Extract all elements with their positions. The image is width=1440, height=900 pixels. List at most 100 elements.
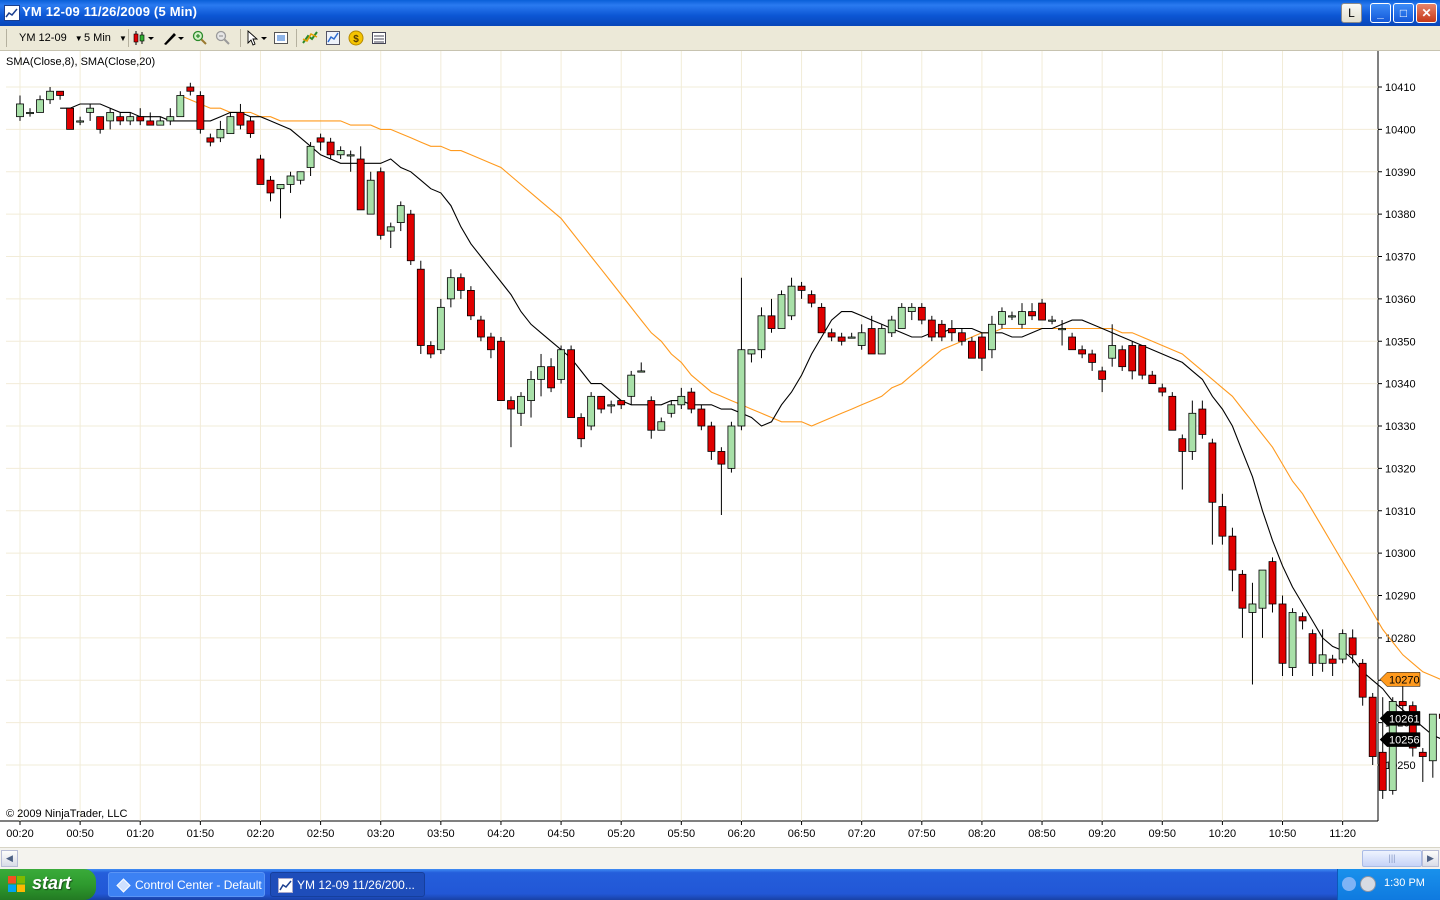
y-tick-label: 10350 bbox=[1385, 336, 1416, 348]
taskbar-label: YM 12-09 11/26/200... bbox=[297, 878, 415, 892]
candle-body bbox=[657, 421, 666, 431]
properties-icon[interactable] bbox=[273, 30, 289, 46]
candle-body bbox=[196, 95, 205, 130]
candle-body bbox=[597, 395, 606, 410]
candle-body bbox=[957, 332, 966, 342]
x-tick-label: 01:20 bbox=[126, 828, 154, 840]
interval-selector[interactable]: 5 Min ▼ bbox=[84, 30, 127, 46]
y-tick-label: 10340 bbox=[1385, 379, 1416, 391]
candle-body bbox=[777, 294, 786, 329]
candle-body bbox=[206, 137, 215, 143]
candle-body bbox=[1148, 374, 1157, 385]
candle-body bbox=[677, 395, 686, 406]
candle-body bbox=[1188, 412, 1197, 452]
scroll-left-button[interactable]: ◀ bbox=[1, 850, 18, 867]
candle-body bbox=[527, 378, 535, 401]
price-chart[interactable]: 1025010260102701028010290103001031010320… bbox=[0, 51, 1440, 847]
instrument-selector[interactable]: YM 12-09 ▼ bbox=[19, 30, 83, 46]
taskbar-item-chart[interactable]: YM 12-09 11/26/200... bbox=[270, 872, 425, 897]
candle-body bbox=[607, 404, 616, 407]
candle-body bbox=[286, 175, 295, 185]
dollar-icon[interactable]: $ bbox=[348, 30, 364, 46]
minimize-button[interactable]: _ bbox=[1370, 3, 1391, 23]
y-tick-label: 10310 bbox=[1385, 506, 1416, 518]
candle-body bbox=[416, 268, 425, 346]
x-tick-label: 10:20 bbox=[1209, 828, 1237, 840]
horizontal-scrollbar[interactable]: ◀ ||| ▶ bbox=[0, 847, 1440, 869]
link-button[interactable]: L bbox=[1341, 3, 1362, 23]
candlestick-icon[interactable] bbox=[133, 30, 155, 46]
candle-body bbox=[316, 137, 325, 143]
data-box-icon[interactable] bbox=[371, 30, 387, 46]
maximize-button[interactable]: □ bbox=[1393, 3, 1414, 23]
close-button[interactable]: ✕ bbox=[1416, 3, 1437, 23]
scroll-thumb[interactable]: ||| bbox=[1362, 850, 1422, 867]
zoom-out-icon[interactable] bbox=[215, 30, 231, 46]
candle-body bbox=[547, 366, 555, 389]
candle-body bbox=[577, 417, 586, 440]
candle-body bbox=[1338, 633, 1347, 660]
candle-body bbox=[336, 150, 345, 156]
pencil-icon[interactable] bbox=[162, 30, 184, 46]
x-tick-label: 08:20 bbox=[968, 828, 996, 840]
candle-body bbox=[737, 349, 746, 427]
candle-body bbox=[16, 103, 24, 118]
candle-body bbox=[897, 306, 906, 329]
chevron-down-icon: ▼ bbox=[74, 34, 83, 43]
candle-body bbox=[1128, 345, 1137, 372]
indicator-icon[interactable] bbox=[302, 30, 318, 46]
candle-body bbox=[647, 400, 656, 431]
scroll-right-button[interactable]: ▶ bbox=[1422, 850, 1439, 867]
zoom-in-icon[interactable] bbox=[192, 30, 208, 46]
candle-body bbox=[968, 340, 976, 359]
candle-body bbox=[807, 294, 816, 304]
x-tick-label: 06:20 bbox=[728, 828, 756, 840]
candle-body bbox=[1348, 637, 1357, 656]
candle-body bbox=[1068, 336, 1076, 351]
candle-body bbox=[356, 158, 365, 211]
candle-body bbox=[46, 90, 54, 101]
candle-body bbox=[767, 315, 776, 329]
candle-body bbox=[1288, 612, 1297, 668]
candle-body bbox=[326, 141, 335, 156]
candle-body bbox=[1208, 442, 1217, 503]
network-icon[interactable] bbox=[1360, 876, 1376, 892]
candle-body bbox=[927, 319, 936, 338]
candle-body bbox=[106, 112, 115, 122]
candle-body bbox=[857, 332, 866, 346]
toolbar-separator bbox=[128, 29, 129, 47]
x-tick-label: 09:20 bbox=[1088, 828, 1116, 840]
start-button[interactable]: start bbox=[0, 869, 96, 900]
x-tick-label: 02:50 bbox=[307, 828, 335, 840]
candle-body bbox=[296, 171, 305, 181]
toolbar-separator bbox=[296, 29, 297, 47]
windows-taskbar: start Control Center - Default YM 12-09 … bbox=[0, 869, 1440, 900]
svg-text:$: $ bbox=[353, 34, 359, 45]
sma8-line bbox=[60, 103, 1440, 739]
strategy-icon[interactable] bbox=[325, 30, 341, 46]
candle-body bbox=[877, 328, 886, 355]
candle-body bbox=[507, 400, 515, 410]
candle-body bbox=[126, 116, 135, 122]
x-tick-label: 03:20 bbox=[367, 828, 395, 840]
candle-body bbox=[1328, 658, 1337, 664]
candle-body bbox=[837, 336, 846, 342]
chevron-down-icon: ▼ bbox=[118, 34, 127, 43]
candle-body bbox=[376, 171, 385, 236]
candle-body bbox=[1138, 345, 1147, 376]
interval-label: 5 Min bbox=[84, 32, 111, 44]
y-tick-label: 10330 bbox=[1385, 421, 1416, 433]
price-marker-label: 10256 bbox=[1389, 735, 1420, 747]
taskbar-item-control-center[interactable]: Control Center - Default bbox=[108, 872, 265, 897]
candle-body bbox=[907, 306, 916, 312]
candle-body bbox=[797, 285, 806, 291]
cursor-icon[interactable] bbox=[245, 29, 267, 46]
y-tick-label: 10400 bbox=[1385, 124, 1416, 136]
chart-panel[interactable]: 1025010260102701028010290103001031010320… bbox=[0, 51, 1440, 847]
tray-expand-icon[interactable] bbox=[1342, 877, 1356, 891]
candle-body bbox=[747, 349, 756, 355]
candle-body bbox=[1048, 319, 1056, 322]
candle-body bbox=[1228, 535, 1237, 571]
candle-body bbox=[937, 323, 946, 338]
candle-body bbox=[116, 116, 125, 122]
